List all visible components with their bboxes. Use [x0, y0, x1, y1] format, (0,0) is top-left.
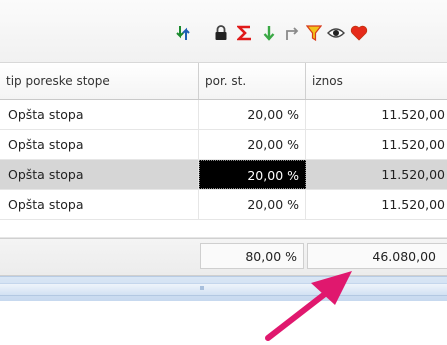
- grid-toolbar: [0, 0, 447, 63]
- download-arrow-icon[interactable]: [260, 24, 278, 42]
- table-row[interactable]: Opšta stopa 20,00 % 11.520,00: [0, 100, 447, 130]
- cell-amount: 11.520,00: [306, 160, 447, 189]
- lock-icon[interactable]: [212, 24, 230, 42]
- cell-amount: 11.520,00: [306, 190, 447, 219]
- total-rate: 80,00 %: [200, 243, 304, 269]
- horizontal-scrollbar[interactable]: [0, 276, 447, 301]
- total-amount: 46.080,00: [307, 243, 447, 269]
- scrollbar-grip: [200, 286, 204, 290]
- empty-row: [0, 223, 447, 238]
- cell-rate: 20,00 %: [199, 190, 306, 219]
- table-row[interactable]: Opšta stopa 20,00 % 11.520,00: [0, 190, 447, 220]
- column-header-amount[interactable]: iznos: [306, 63, 447, 99]
- totals-footer: 80,00 % 46.080,00: [0, 238, 447, 276]
- heart-icon[interactable]: [350, 24, 368, 42]
- swap-arrows-icon[interactable]: [174, 24, 192, 42]
- cell-tax-type: Opšta stopa: [0, 190, 199, 219]
- cell-tax-type: Opšta stopa: [0, 130, 199, 159]
- export-arrow-icon[interactable]: [283, 24, 301, 42]
- data-grid-window: tip poreske stope por. st. iznos Opšta s…: [0, 0, 447, 345]
- cell-rate: 20,00 %: [199, 130, 306, 159]
- cell-rate: 20,00 %: [199, 100, 306, 129]
- cell-rate-focused[interactable]: 20,00 %: [199, 160, 306, 189]
- table-header: tip poreske stope por. st. iznos: [0, 63, 447, 100]
- column-header-tax-type[interactable]: tip poreske stope: [0, 63, 199, 99]
- cell-amount: 11.520,00: [306, 100, 447, 129]
- cell-tax-type: Opšta stopa: [0, 160, 199, 189]
- eye-icon[interactable]: [327, 24, 345, 42]
- table-row[interactable]: Opšta stopa 20,00 % 11.520,00: [0, 130, 447, 160]
- filter-icon[interactable]: [305, 24, 323, 42]
- scrollbar-thumb[interactable]: [0, 283, 447, 296]
- table-row-selected[interactable]: Opšta stopa 20,00 % 11.520,00: [0, 160, 447, 190]
- cell-tax-type: Opšta stopa: [0, 100, 199, 129]
- cell-amount: 11.520,00: [306, 130, 447, 159]
- sum-icon[interactable]: [236, 24, 254, 42]
- column-header-rate[interactable]: por. st.: [199, 63, 306, 99]
